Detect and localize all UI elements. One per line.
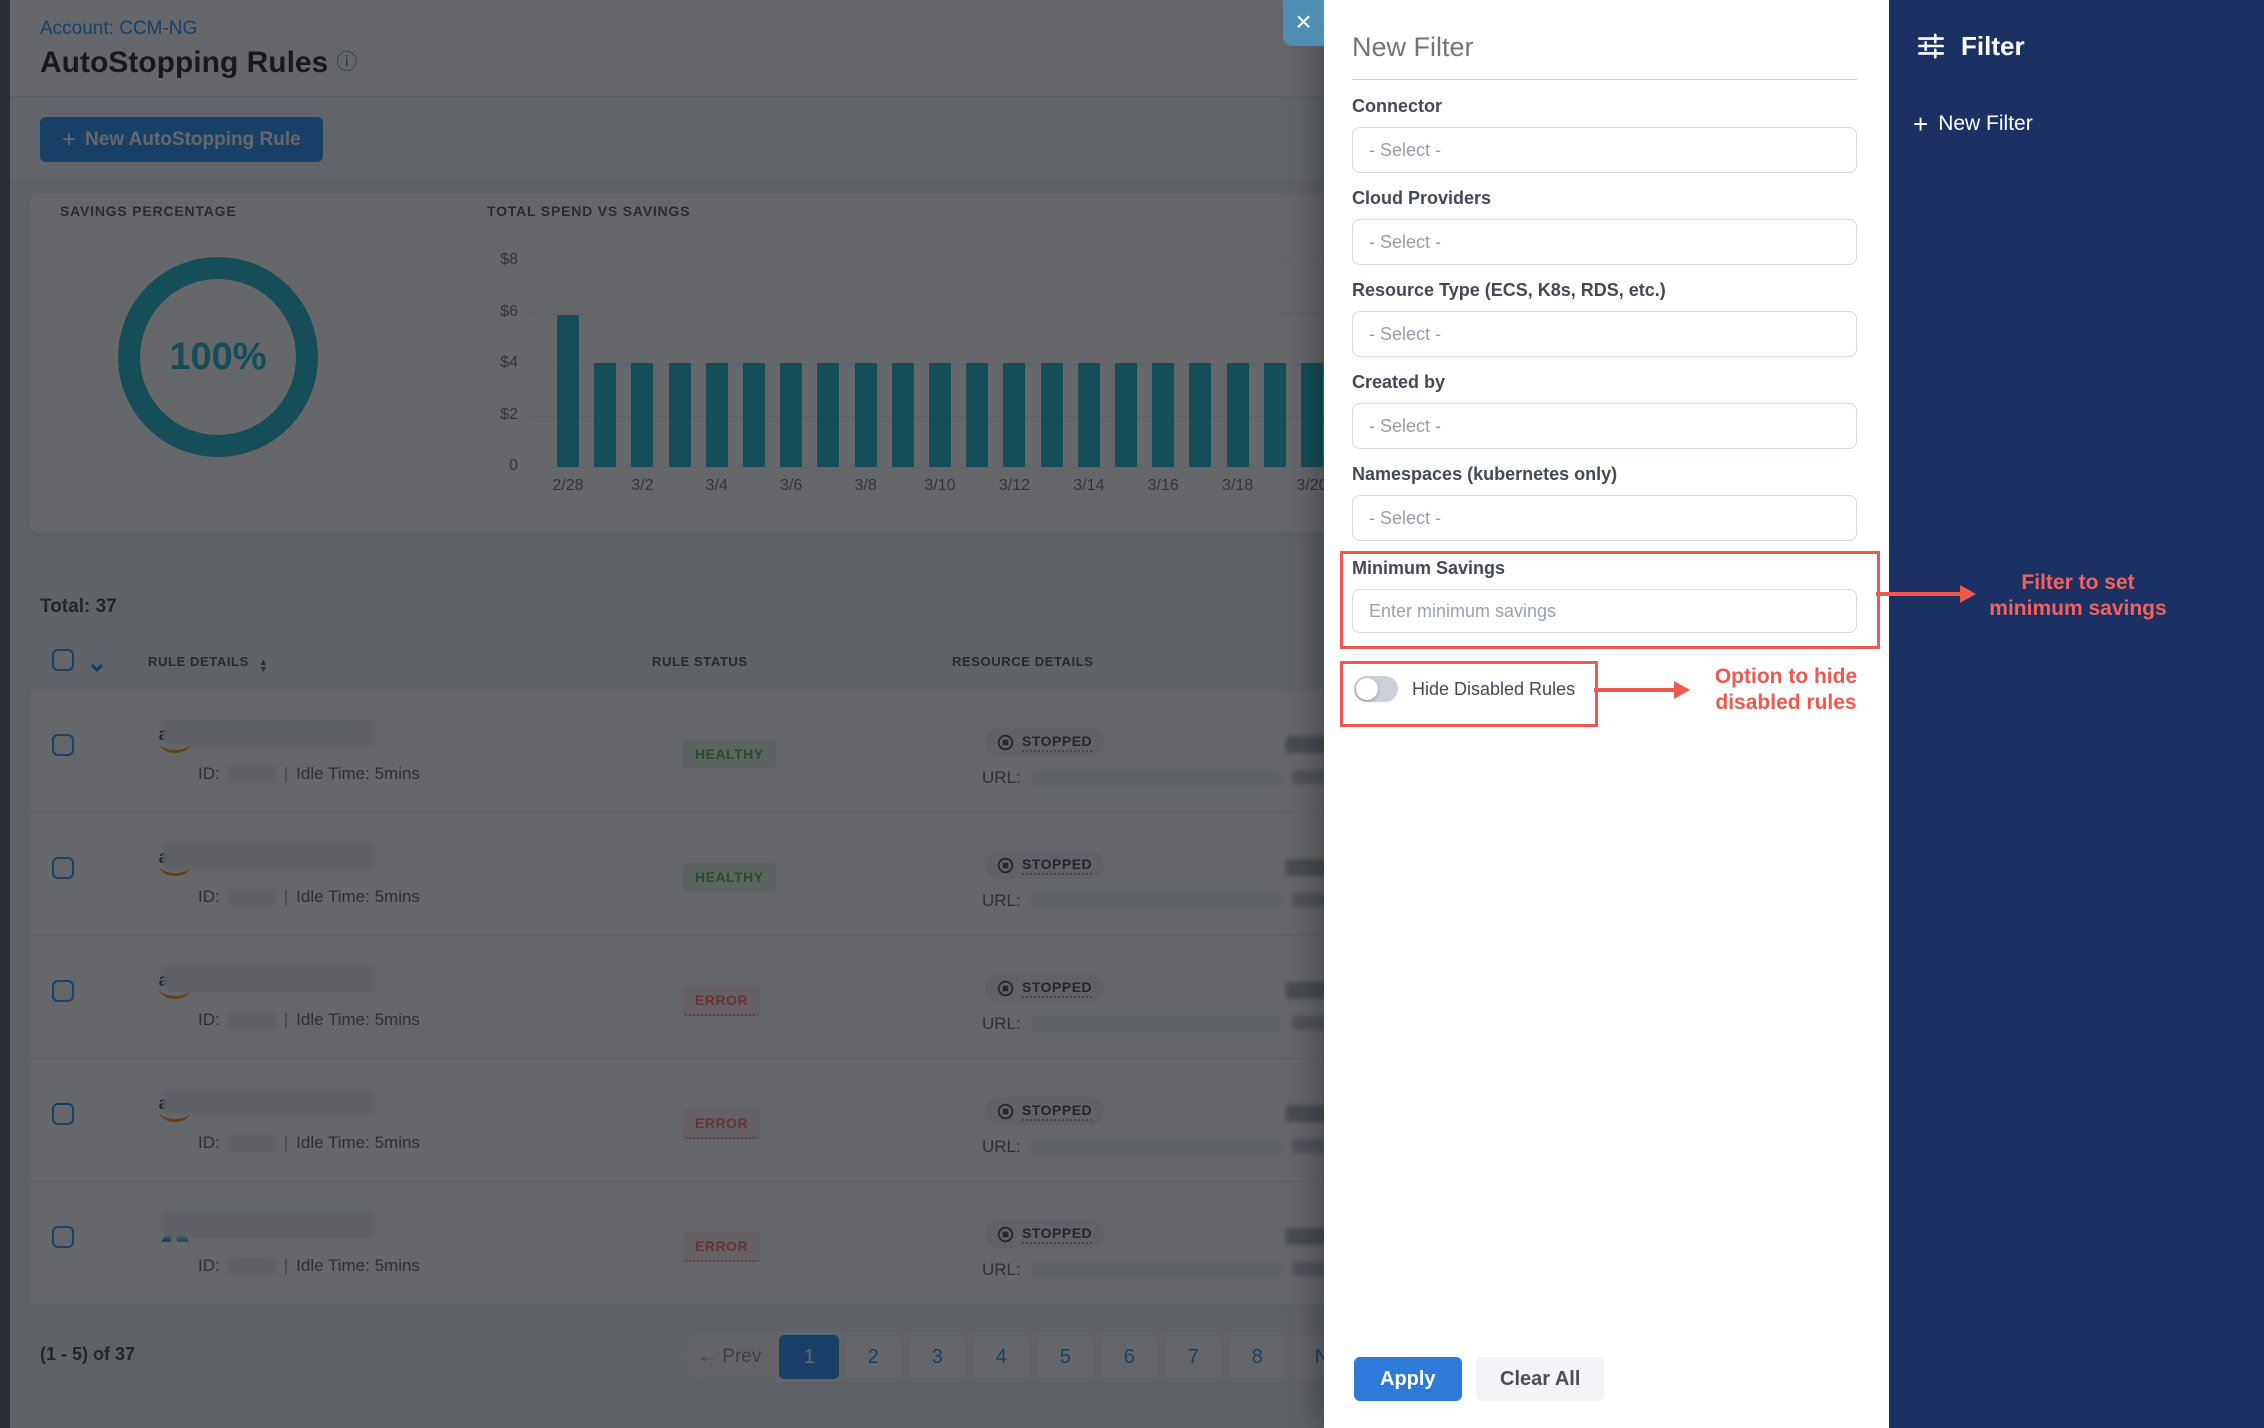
sidebar-title: Filter xyxy=(1961,31,2025,62)
field-label: Namespaces (kubernetes only) xyxy=(1352,464,1857,485)
field-label: Cloud Providers xyxy=(1352,188,1857,209)
screen: Account: CCM-NG AutoStopping Rulesⓘ + Ne… xyxy=(0,0,2264,1428)
hide-disabled-rules-toggle[interactable]: Hide Disabled Rules xyxy=(1354,676,1575,702)
annotation-arrow xyxy=(1876,592,1962,596)
cloud-providers-select[interactable]: - Select - xyxy=(1352,219,1857,265)
field-label: Created by xyxy=(1352,372,1857,393)
annotation-text-hide-disabled: Option to hide disabled rules xyxy=(1690,664,1882,717)
divider xyxy=(1352,654,1857,655)
annotation-arrow xyxy=(1594,688,1676,692)
namespaces-select[interactable]: - Select - xyxy=(1352,495,1857,541)
sliders-filter-icon xyxy=(1915,30,1947,62)
plus-icon: + xyxy=(1913,114,1928,134)
filter-name-input[interactable] xyxy=(1352,24,1857,80)
field-resource-type: Resource Type (ECS, K8s, RDS, etc.) - Se… xyxy=(1352,280,1857,357)
close-icon[interactable]: × xyxy=(1283,0,1324,46)
field-namespaces: Namespaces (kubernetes only) - Select - xyxy=(1352,464,1857,541)
new-filter-button[interactable]: + New Filter xyxy=(1913,112,2033,136)
field-minimum-savings: Minimum Savings xyxy=(1352,558,1857,633)
field-created-by: Created by - Select - xyxy=(1352,372,1857,449)
field-connector: Connector - Select - xyxy=(1352,96,1857,173)
minimum-savings-input[interactable] xyxy=(1352,589,1857,633)
field-label: Resource Type (ECS, K8s, RDS, etc.) xyxy=(1352,280,1857,301)
toggle-label: Hide Disabled Rules xyxy=(1412,679,1575,700)
resource-type-select[interactable]: - Select - xyxy=(1352,311,1857,357)
sidebar-header: Filter xyxy=(1915,30,2025,62)
apply-button[interactable]: Apply xyxy=(1354,1357,1462,1401)
field-label: Connector xyxy=(1352,96,1857,117)
clear-all-button[interactable]: Clear All xyxy=(1476,1357,1604,1401)
connector-select[interactable]: - Select - xyxy=(1352,127,1857,173)
field-label: Minimum Savings xyxy=(1352,558,1857,579)
annotation-arrowhead xyxy=(1674,681,1690,699)
filter-sidebar: Filter + New Filter xyxy=(1889,0,2264,1428)
toggle-icon[interactable] xyxy=(1354,676,1398,702)
created-by-select[interactable]: - Select - xyxy=(1352,403,1857,449)
annotation-text-minimum-savings: Filter to set minimum savings xyxy=(1968,570,2188,623)
field-cloud-providers: Cloud Providers - Select - xyxy=(1352,188,1857,265)
